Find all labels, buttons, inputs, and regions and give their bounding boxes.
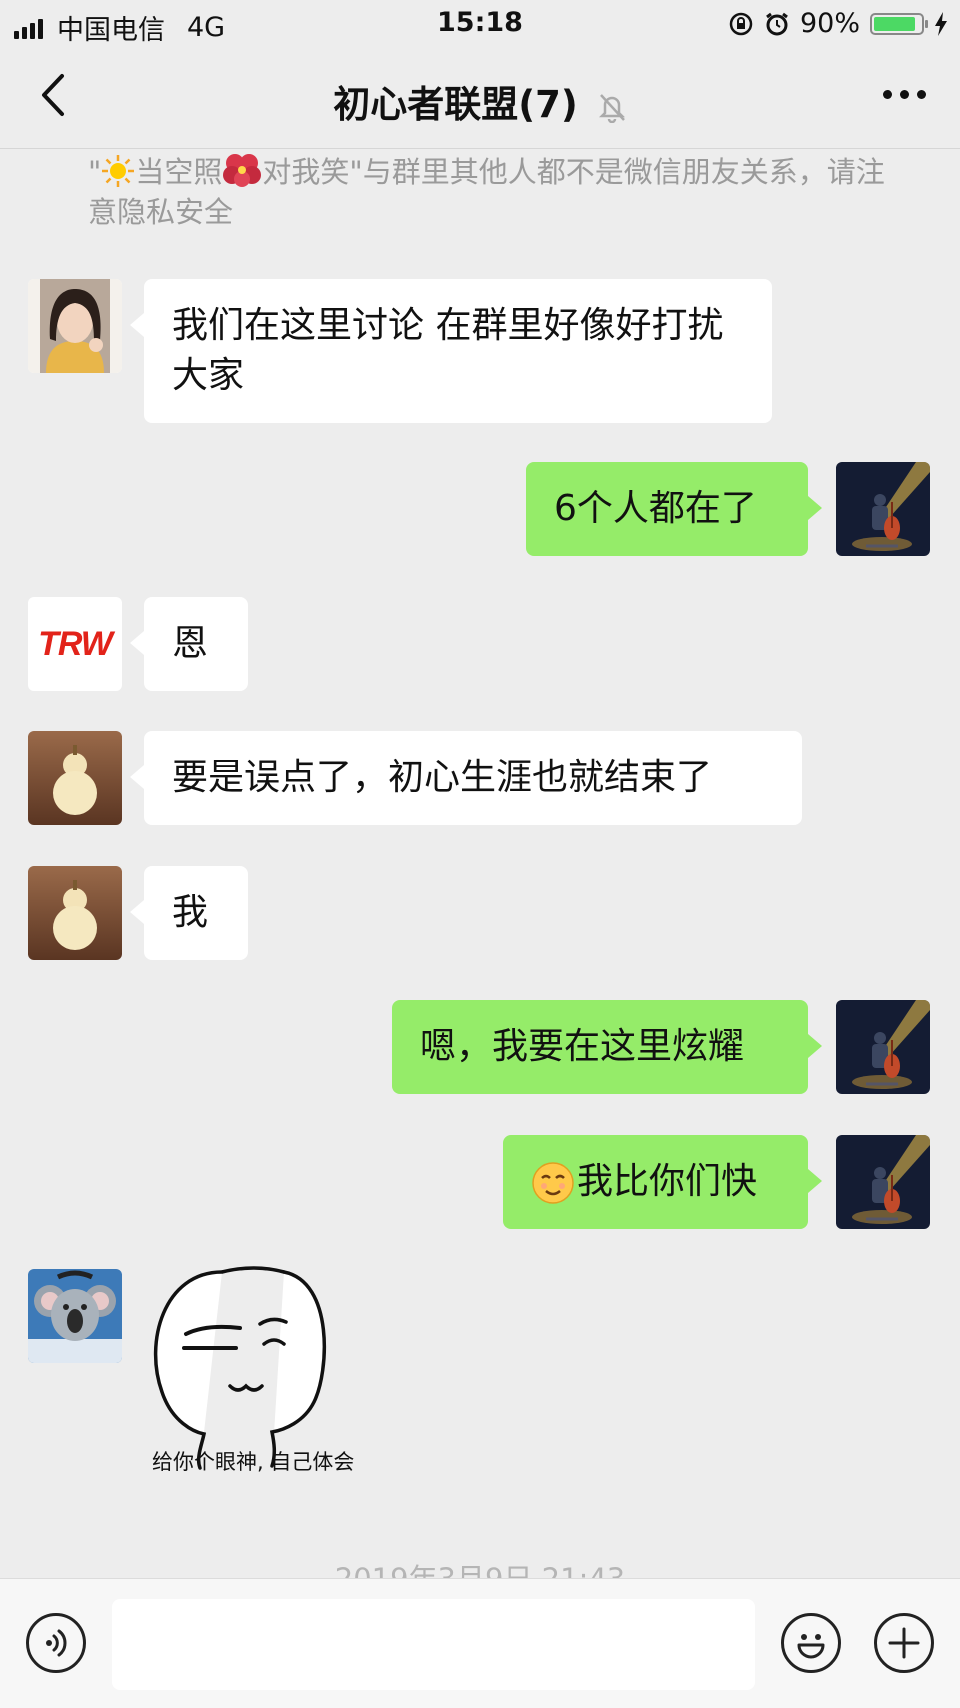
chat-header: 初心者联盟(7) bbox=[0, 48, 960, 149]
message-text: 我比你们快 bbox=[577, 1161, 758, 1202]
more-dot bbox=[917, 90, 926, 99]
avatar[interactable]: TRW bbox=[28, 597, 122, 691]
chat-title-wrap: 初心者联盟(7) bbox=[0, 74, 960, 128]
cellist-avatar bbox=[836, 462, 930, 556]
sticker-message[interactable]: 给你个眼神, 自己体会 bbox=[144, 1262, 374, 1482]
battery-percent: 90% bbox=[799, 8, 860, 39]
message-text: 要是误点了，初心生涯也就结束了 bbox=[172, 757, 713, 798]
hibiscus-emoji-icon bbox=[223, 154, 262, 187]
plus-icon bbox=[888, 1627, 920, 1659]
sticker-caption: 给你个眼神, 自己体会 bbox=[152, 1450, 355, 1474]
notice-nickname: 当空照 bbox=[135, 155, 223, 189]
rotation-lock-icon bbox=[729, 12, 753, 35]
message-text: 我 bbox=[172, 892, 209, 933]
message-bubble-6[interactable]: 嗯，我要在这里炫耀 bbox=[392, 1000, 822, 1094]
cellist-avatar bbox=[836, 1135, 930, 1229]
status-right: 90% bbox=[728, 8, 948, 39]
avatar[interactable] bbox=[836, 1000, 930, 1094]
emoji-button[interactable] bbox=[781, 1613, 841, 1673]
koala-avatar bbox=[28, 1269, 122, 1363]
emoji-icon bbox=[797, 1634, 825, 1659]
message-text: 恩 bbox=[172, 623, 209, 664]
gourd-avatar bbox=[28, 731, 122, 825]
bell-slash-icon bbox=[598, 93, 625, 123]
trw-logo-text: TRW bbox=[38, 624, 113, 663]
alarm-icon bbox=[766, 12, 788, 35]
message-text: 6个人都在了 bbox=[554, 488, 757, 529]
message-text: 嗯，我要在这里炫耀 bbox=[420, 1026, 745, 1067]
voice-icon bbox=[46, 1629, 67, 1657]
avatar[interactable] bbox=[836, 1135, 930, 1229]
battery-icon bbox=[870, 12, 928, 35]
avatar[interactable] bbox=[836, 462, 930, 556]
message-input[interactable] bbox=[112, 1599, 755, 1690]
sun-emoji-icon bbox=[102, 155, 135, 187]
cellist-avatar bbox=[836, 1000, 930, 1094]
chat-timestamp: 2019年3月9日 21:43 bbox=[0, 1556, 960, 1578]
trw-logo-avatar: TRW bbox=[28, 597, 122, 691]
message-bubble-7[interactable]: 我比你们快 bbox=[503, 1135, 822, 1229]
avatar[interactable] bbox=[28, 731, 122, 825]
message-bubble-1[interactable]: 我们在这里讨论 在群里好像好打扰大家 bbox=[130, 279, 772, 423]
message-bubble-5[interactable]: 我 bbox=[130, 866, 248, 960]
message-text: 我们在这里讨论 在群里好像好打扰大家 bbox=[172, 305, 724, 396]
more-button[interactable] bbox=[883, 90, 926, 99]
charging-bolt-icon bbox=[935, 11, 947, 36]
message-bubble-2[interactable]: 6个人都在了 bbox=[526, 462, 822, 556]
avatar[interactable] bbox=[28, 1269, 122, 1363]
status-bar: 中国电信 4G 15:18 90% bbox=[0, 0, 960, 48]
input-bar bbox=[0, 1578, 960, 1708]
message-bubble-4[interactable]: 要是误点了，初心生涯也就结束了 bbox=[130, 731, 802, 825]
notice-quote: " bbox=[88, 155, 102, 189]
avatar[interactable] bbox=[28, 866, 122, 960]
privacy-notice: " 当空照 对我笑"与群里其他人都不是微信朋友关系，请注意隐私安全 bbox=[88, 152, 888, 232]
more-dot bbox=[883, 90, 892, 99]
smirk-emoji-icon bbox=[532, 1162, 574, 1204]
gourd-avatar bbox=[28, 866, 122, 960]
chat-title: 初心者联盟(7) bbox=[333, 83, 578, 126]
message-bubble-3[interactable]: 恩 bbox=[130, 597, 248, 691]
more-dot bbox=[900, 90, 909, 99]
plus-button[interactable] bbox=[874, 1613, 934, 1673]
voice-button[interactable] bbox=[26, 1613, 86, 1673]
battery-fill bbox=[874, 16, 915, 31]
girl-photo-avatar bbox=[28, 279, 122, 373]
avatar[interactable] bbox=[28, 279, 122, 373]
